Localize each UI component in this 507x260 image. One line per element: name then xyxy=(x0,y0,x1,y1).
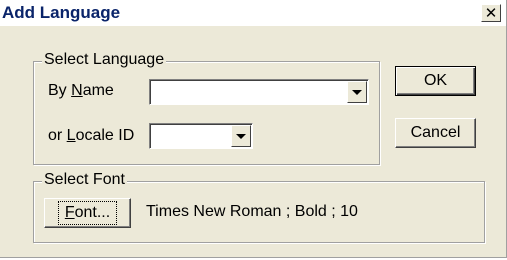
select-language-group: Select Language By Name or Locale ID xyxy=(33,51,380,165)
select-language-caption: Select Language xyxy=(42,51,167,69)
ok-button-label: OK xyxy=(423,72,448,89)
cancel-button[interactable]: Cancel xyxy=(395,118,476,148)
select-font-caption: Select Font xyxy=(42,171,127,189)
ok-button[interactable]: OK xyxy=(395,66,476,96)
font-button-label: Font... xyxy=(57,201,118,225)
by-name-label: By Name xyxy=(48,82,114,99)
locale-id-combobox[interactable] xyxy=(149,123,253,149)
chevron-down-icon xyxy=(352,89,362,95)
current-font-text: Times New Roman ; Bold ; 10 xyxy=(146,203,358,220)
dialog-client: Select Language By Name or Locale ID OK … xyxy=(0,26,506,257)
close-button[interactable]: ✕ xyxy=(481,4,501,22)
locale-id-dropdown-button[interactable] xyxy=(231,125,251,147)
title-bar[interactable]: Add Language ✕ xyxy=(0,0,506,26)
cancel-button-label: Cancel xyxy=(410,124,461,141)
dialog-title: Add Language xyxy=(2,3,121,22)
chevron-down-icon xyxy=(236,133,246,139)
language-name-dropdown-button[interactable] xyxy=(347,81,367,103)
locale-id-label: or Locale ID xyxy=(48,127,135,144)
language-name-combobox[interactable] xyxy=(149,79,369,105)
font-button[interactable]: Font... xyxy=(44,198,131,228)
select-font-group: Select Font Font... Times New Roman ; Bo… xyxy=(33,171,485,243)
close-icon: ✕ xyxy=(484,4,498,22)
add-language-dialog: Add Language ✕ Select Language By Name o… xyxy=(0,0,507,258)
